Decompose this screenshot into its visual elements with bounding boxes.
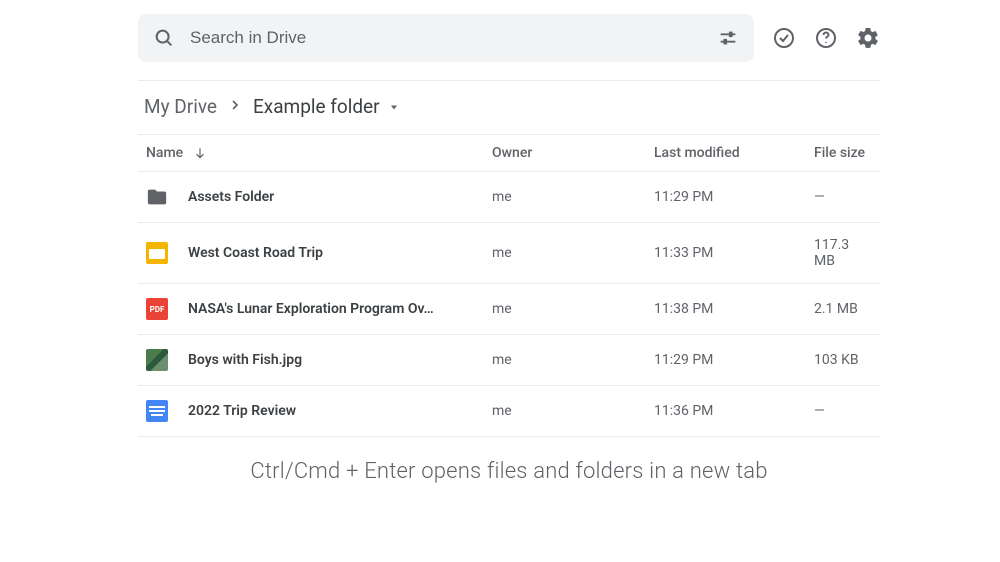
help-icon[interactable] (814, 26, 838, 50)
folder-icon (146, 186, 168, 208)
file-table: Name Owner Last modified File size Asset… (138, 134, 880, 437)
file-owner: me (492, 301, 654, 317)
breadcrumb-current[interactable]: Example folder (253, 95, 400, 118)
col-header-name[interactable]: Name (146, 145, 492, 161)
table-header: Name Owner Last modified File size (138, 134, 880, 172)
top-actions (772, 26, 880, 50)
file-name: West Coast Road Trip (188, 245, 323, 261)
file-size: — (814, 403, 872, 419)
file-modified: 11:36 PM (654, 403, 814, 419)
col-header-modified[interactable]: Last modified (654, 145, 814, 161)
gear-icon[interactable] (856, 26, 880, 50)
docs-icon (146, 400, 168, 422)
pdf-icon: PDF (146, 298, 168, 320)
top-bar (138, 14, 880, 81)
col-header-name-label: Name (146, 145, 183, 161)
file-modified: 11:38 PM (654, 301, 814, 317)
file-size: 2.1 MB (814, 301, 872, 317)
table-row[interactable]: 2022 Trip Review me11:36 PM— (138, 386, 880, 437)
breadcrumb: My Drive Example folder (138, 81, 880, 134)
file-name: NASA's Lunar Exploration Program Ov… (188, 301, 434, 317)
table-row[interactable]: PDF NASA's Lunar Exploration Program Ov… m… (138, 284, 880, 335)
file-owner: me (492, 189, 654, 205)
breadcrumb-root[interactable]: My Drive (144, 95, 217, 118)
search-icon (152, 26, 176, 50)
col-header-size[interactable]: File size (814, 145, 872, 161)
file-owner: me (492, 352, 654, 368)
table-row[interactable]: West Coast Road Trip me11:33 PM117.3 MB (138, 223, 880, 284)
col-header-owner[interactable]: Owner (492, 145, 654, 161)
file-name: 2022 Trip Review (188, 403, 296, 419)
search-input[interactable] (190, 28, 702, 48)
chevron-right-icon (227, 95, 243, 118)
file-name: Assets Folder (188, 189, 274, 205)
keyboard-tip: Ctrl/Cmd + Enter opens files and folders… (138, 437, 880, 484)
file-size: 117.3 MB (814, 237, 872, 269)
file-modified: 11:29 PM (654, 189, 814, 205)
file-name: Boys with Fish.jpg (188, 352, 302, 368)
file-owner: me (492, 245, 654, 261)
breadcrumb-current-label: Example folder (253, 95, 380, 118)
file-size: — (814, 189, 872, 205)
table-row[interactable]: Assets Folder me11:29 PM— (138, 172, 880, 223)
dropdown-arrow-icon (388, 101, 400, 113)
slides-icon (146, 242, 168, 264)
search-box[interactable] (138, 14, 754, 62)
image-thumbnail-icon (146, 349, 168, 371)
table-row[interactable]: Boys with Fish.jpg me11:29 PM103 KB (138, 335, 880, 386)
offline-ready-icon[interactable] (772, 26, 796, 50)
file-owner: me (492, 403, 654, 419)
file-modified: 11:33 PM (654, 245, 814, 261)
search-options-icon[interactable] (716, 26, 740, 50)
file-modified: 11:29 PM (654, 352, 814, 368)
sort-arrow-down-icon (193, 146, 207, 160)
file-size: 103 KB (814, 352, 872, 368)
